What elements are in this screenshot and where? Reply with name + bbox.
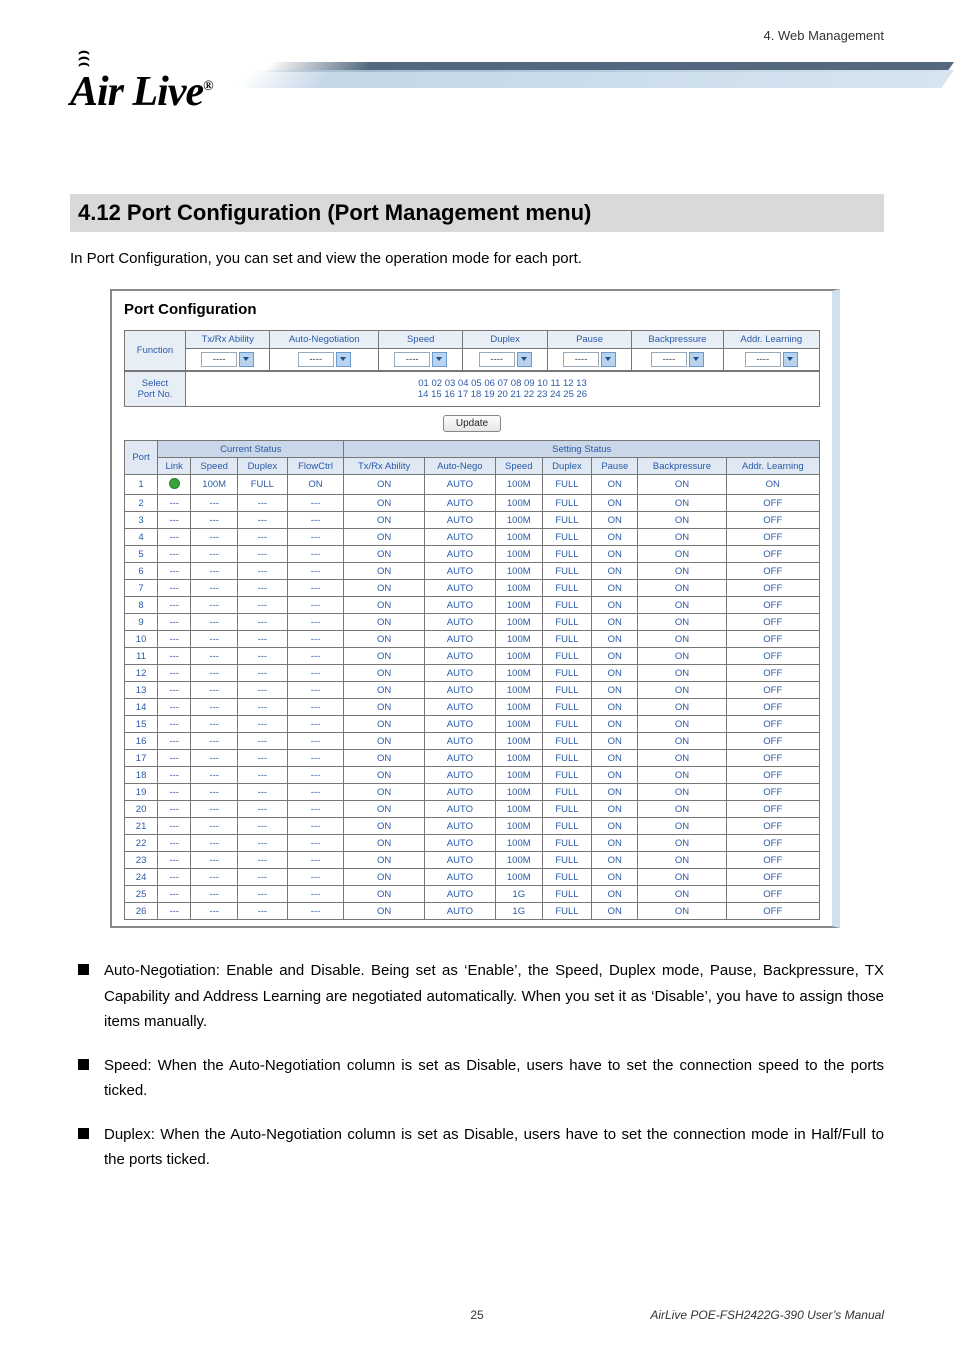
func-header: Addr. Learning	[723, 331, 819, 349]
col-link: Link	[158, 458, 191, 475]
bullet-item: Auto-Negotiation: Enable and Disable. Be…	[70, 958, 884, 1035]
section-heading-bar: 4.12 Port Configuration (Port Management…	[70, 194, 884, 232]
table-row: 24------------ONAUTO100MFULLONONOFF	[125, 869, 820, 886]
function-table: Function Tx/Rx Ability Auto-Negotiation …	[124, 330, 820, 371]
table-row: 3------------ONAUTO100MFULLONONOFF	[125, 512, 820, 529]
chevron-down-icon	[239, 352, 254, 367]
section-heading: 4.12 Port Configuration (Port Management…	[78, 200, 876, 226]
table-row: 5------------ONAUTO100MFULLONONOFF	[125, 546, 820, 563]
table-row: 23------------ONAUTO100MFULLONONOFF	[125, 852, 820, 869]
col-sspeed: Speed	[495, 458, 542, 475]
chevron-down-icon	[601, 352, 616, 367]
table-row: 7------------ONAUTO100MFULLONONOFF	[125, 580, 820, 597]
panel-title: Port Configuration	[124, 301, 820, 318]
chevron-down-icon	[336, 352, 351, 367]
func-dropdown[interactable]: ----	[270, 349, 379, 371]
intro-paragraph: In Port Configuration, you can set and v…	[70, 250, 884, 267]
chapter-header: 4. Web Management	[764, 28, 884, 43]
page-footer: 25 AirLive POE-FSH2422G-390 User’s Manua…	[70, 1308, 884, 1322]
table-row: 12------------ONAUTO100MFULLONONOFF	[125, 665, 820, 682]
table-row: 1100MFULLONONAUTO100MFULLONONON	[125, 475, 820, 495]
status-table: Port Current Status Setting Status Link …	[124, 440, 820, 920]
select-port-label: Select Port No.	[125, 372, 186, 407]
func-dropdown[interactable]: ----	[186, 349, 270, 371]
chevron-down-icon	[432, 352, 447, 367]
col-backpressure: Backpressure	[638, 458, 726, 475]
table-row: 8------------ONAUTO100MFULLONONOFF	[125, 597, 820, 614]
func-dropdown[interactable]: ----	[379, 349, 463, 371]
table-row: 13------------ONAUTO100MFULLONONOFF	[125, 682, 820, 699]
col-port: Port	[125, 441, 158, 475]
func-dropdown[interactable]: ----	[463, 349, 547, 371]
manual-title: AirLive POE-FSH2422G-390 User’s Manual	[650, 1308, 884, 1322]
col-flowctrl: FlowCtrl	[287, 458, 344, 475]
col-speed: Speed	[191, 458, 238, 475]
func-dropdown[interactable]: ----	[723, 349, 819, 371]
description-list: Auto-Negotiation: Enable and Disable. Be…	[70, 958, 884, 1173]
page-number: 25	[470, 1308, 483, 1322]
table-row: 19------------ONAUTO100MFULLONONOFF	[125, 784, 820, 801]
func-header: Speed	[379, 331, 463, 349]
col-group-current: Current Status	[158, 441, 344, 458]
func-dropdown[interactable]: ----	[632, 349, 723, 371]
link-up-icon	[169, 478, 180, 489]
col-addrlearn: Addr. Learning	[726, 458, 819, 475]
table-row: 15------------ONAUTO100MFULLONONOFF	[125, 716, 820, 733]
func-header: Tx/Rx Ability	[186, 331, 270, 349]
col-pause: Pause	[592, 458, 638, 475]
table-row: 11------------ONAUTO100MFULLONONOFF	[125, 648, 820, 665]
table-row: 26------------ONAUTO1GFULLONONOFF	[125, 903, 820, 920]
wifi-icon: ⌢⌢⌢	[78, 48, 88, 66]
table-row: 10------------ONAUTO100MFULLONONOFF	[125, 631, 820, 648]
table-row: 17------------ONAUTO100MFULLONONOFF	[125, 750, 820, 767]
table-row: 16------------ONAUTO100MFULLONONOFF	[125, 733, 820, 750]
table-row: 25------------ONAUTO1GFULLONONOFF	[125, 886, 820, 903]
table-row: 21------------ONAUTO100MFULLONONOFF	[125, 818, 820, 835]
table-row: 4------------ONAUTO100MFULLONONOFF	[125, 529, 820, 546]
airlive-logo: ⌢⌢⌢ Air Live®	[70, 68, 213, 116]
func-header: Backpressure	[632, 331, 723, 349]
col-group-setting: Setting Status	[344, 441, 820, 458]
chevron-down-icon	[783, 352, 798, 367]
col-autonego: Auto-Nego	[424, 458, 495, 475]
col-txrx: Tx/Rx Ability	[344, 458, 424, 475]
update-button[interactable]: Update	[443, 415, 501, 432]
func-header: Auto-Negotiation	[270, 331, 379, 349]
bullet-item: Duplex: When the Auto-Negotiation column…	[70, 1122, 884, 1173]
col-duplex: Duplex	[238, 458, 288, 475]
table-row: 22------------ONAUTO100MFULLONONOFF	[125, 835, 820, 852]
table-row: 6------------ONAUTO100MFULLONONOFF	[125, 563, 820, 580]
function-rowlabel: Function	[125, 331, 186, 371]
func-header: Pause	[547, 331, 631, 349]
port-checkbox-cell: 01 02 03 04 05 06 07 08 09 10 11 12 13 1…	[186, 372, 820, 407]
col-sduplex: Duplex	[542, 458, 592, 475]
chevron-down-icon	[517, 352, 532, 367]
table-row: 20------------ONAUTO100MFULLONONOFF	[125, 801, 820, 818]
port-select-table: Select Port No. 01 02 03 04 05 06 07 08 …	[124, 371, 820, 407]
func-dropdown[interactable]: ----	[547, 349, 631, 371]
chevron-down-icon	[689, 352, 704, 367]
table-row: 14------------ONAUTO100MFULLONONOFF	[125, 699, 820, 716]
func-header: Duplex	[463, 331, 547, 349]
port-config-screenshot: Port Configuration Function Tx/Rx Abilit…	[110, 289, 840, 928]
table-row: 2------------ONAUTO100MFULLONONOFF	[125, 495, 820, 512]
table-row: 18------------ONAUTO100MFULLONONOFF	[125, 767, 820, 784]
table-row: 9------------ONAUTO100MFULLONONOFF	[125, 614, 820, 631]
bullet-item: Speed: When the Auto-Negotiation column …	[70, 1053, 884, 1104]
